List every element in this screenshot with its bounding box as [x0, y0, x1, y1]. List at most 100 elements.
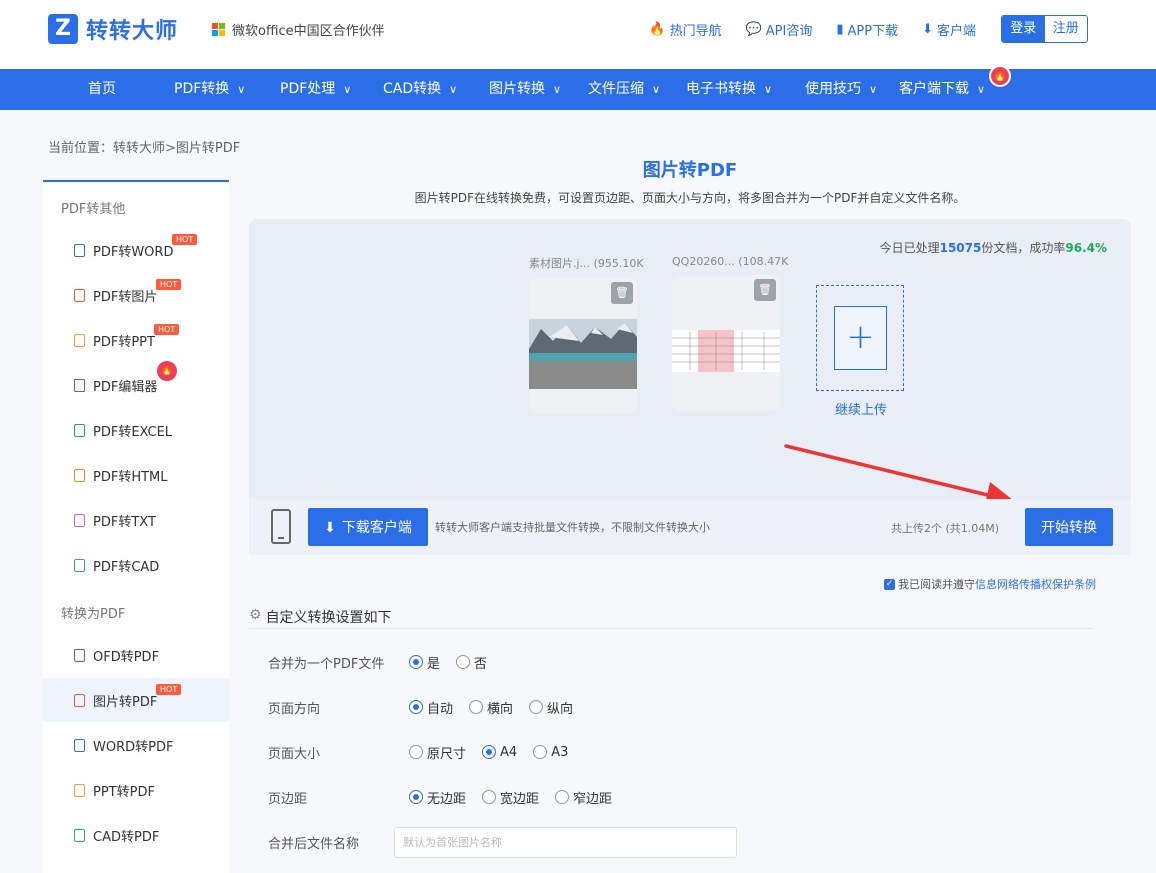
trash-icon[interactable]: 🗑 [754, 279, 776, 301]
sidebar-item-label: PDF转TXT [93, 514, 156, 530]
filename-input[interactable] [394, 827, 737, 858]
radio-selected[interactable] [409, 790, 423, 804]
uploaded-file-2: QQ20260... (108.47K 🗑 [672, 255, 788, 411]
merge-yes-option[interactable]: 是 [409, 653, 440, 672]
nav-cad-convert[interactable]: CAD转换 ∨ [383, 69, 457, 110]
radio-selected[interactable] [409, 655, 423, 669]
sidebar-item-image-to-pdf[interactable]: 图片转PDF HOT [43, 678, 229, 722]
sidebar-item-pdf-to-word[interactable]: PDF转WORD HOT [43, 228, 229, 272]
radio[interactable] [469, 700, 484, 714]
option-label: 纵向 [547, 701, 574, 717]
nav-client-download[interactable]: 客户端下载 ∨ [899, 69, 985, 110]
margin-label: 页边距 [268, 791, 308, 807]
option-label: 宽边距 [500, 791, 540, 807]
nav-ebook[interactable]: 电子书转换 ∨ [686, 69, 772, 110]
orient-portrait-option[interactable]: 纵向 [529, 698, 573, 717]
orient-landscape-option[interactable]: 横向 [469, 698, 513, 717]
sidebar-item-label: OFD转PDF [93, 649, 160, 665]
document-icon [74, 243, 85, 257]
radio[interactable] [409, 745, 423, 759]
merge-no-option[interactable]: 否 [456, 653, 487, 672]
nav-client-download-label: 客户端下载 [899, 81, 969, 97]
nav-pdf-convert[interactable]: PDF转换 ∨ [174, 69, 245, 110]
nav-tips-label: 使用技巧 [805, 81, 861, 97]
download-icon: ⬇ [922, 22, 933, 37]
top-header: Z 转转大师 微软office中国区合作伙伴 🔥 热门导航 💬 API咨询 ▮ APP… [0, 0, 1156, 69]
nav-pdf-process-label: PDF处理 [280, 81, 336, 97]
size-a4-option[interactable]: A4 [482, 745, 517, 760]
upload-count: 共上传2个 (共1.04M) [891, 522, 1000, 535]
hot-nav-link[interactable]: 🔥 热门导航 [649, 20, 721, 39]
sidebar-item-pdf-to-html[interactable]: PDF转HTML [43, 453, 229, 497]
hot-badge: HOT [172, 234, 198, 245]
sidebar-item-label: PPT转PDF [93, 784, 155, 800]
option-label: 窄边距 [573, 791, 613, 807]
orientation-row: 页面方向 自动 横向 纵向 [268, 697, 589, 717]
file-thumbnail: 🗑 [672, 275, 780, 411]
chevron-down-icon: ∨ [237, 83, 246, 96]
sidebar-item-pdf-to-cad[interactable]: PDF转CAD [43, 543, 229, 587]
page-size-label: 页面大小 [268, 746, 321, 762]
sidebar-item-word-to-pdf[interactable]: WORD转PDF [43, 723, 229, 767]
sidebar-item-cad-to-pdf[interactable]: CAD转PDF [43, 813, 229, 857]
radio-selected[interactable] [409, 700, 423, 714]
site-logo[interactable]: Z 转转大师 [48, 13, 178, 45]
start-convert-button[interactable]: 开始转换 [1025, 508, 1113, 546]
page-size-row: 页面大小 原尺寸 A4 A3 [268, 742, 584, 762]
chevron-down-icon: ∨ [869, 83, 878, 96]
download-note: 转转大师客户端支持批量文件转换，不限制文件转换大小 [435, 521, 710, 534]
option-label: 横向 [487, 701, 514, 717]
page-subtitle: 图片转PDF在线转换免费，可设置页边距、页面大小与方向，将多图合并为一个PDF并… [414, 191, 966, 205]
logo-mark: Z [48, 14, 78, 44]
sidebar-item-pdf-to-txt[interactable]: PDF转TXT [43, 498, 229, 542]
document-icon [74, 468, 85, 482]
filename-row: 合并后文件名称 [268, 832, 409, 852]
nav-compress[interactable]: 文件压缩 ∨ [588, 69, 660, 110]
add-file-button[interactable]: + [816, 285, 904, 391]
microsoft-logo-icon [212, 22, 226, 37]
agree-link[interactable]: 信息网络传播权保护条例 [975, 576, 1096, 592]
continue-upload-link[interactable]: 继续上传 [816, 399, 906, 418]
file-thumbnail: 🗑 [529, 278, 637, 414]
nav-tips[interactable]: 使用技巧 ∨ [805, 69, 877, 110]
sidebar-item-ppt-to-pdf[interactable]: PPT转PDF [43, 768, 229, 812]
login-button[interactable]: 登录 [1002, 16, 1045, 42]
file-name: 素材图片.j... (955.10K [529, 257, 644, 270]
radio[interactable] [533, 745, 548, 759]
app-download-link[interactable]: ▮ APP下载 [836, 20, 898, 39]
size-original-option[interactable]: 原尺寸 [409, 743, 466, 762]
nav-pdf-process[interactable]: PDF处理 ∨ [280, 69, 351, 110]
document-icon [74, 558, 85, 572]
agree-checkbox[interactable]: ✓ [884, 578, 895, 590]
client-link[interactable]: ⬇ 客户端 [922, 20, 976, 39]
sidebar-item-ofd-to-pdf[interactable]: OFD转PDF [43, 633, 229, 677]
settings-title: 自定义转换设置如下 [265, 610, 392, 626]
nav-image-convert[interactable]: 图片转换 ∨ [489, 69, 561, 110]
sidebar-item-pdf-editor[interactable]: PDF编辑器 [43, 363, 229, 407]
sidebar-item-pdf-to-image[interactable]: PDF转图片 HOT [43, 273, 229, 317]
trash-icon[interactable]: 🗑 [611, 282, 633, 304]
radio[interactable] [529, 700, 544, 714]
sidebar-item-pdf-to-ppt[interactable]: PDF转PPT HOT [43, 318, 229, 362]
margin-wide-option[interactable]: 宽边距 [482, 788, 539, 807]
nav-home[interactable]: 首页 [88, 69, 116, 110]
sidebar-item-pdf-to-excel[interactable]: PDF转EXCEL [43, 408, 229, 452]
page-title: 图片转PDF [642, 160, 738, 181]
radio[interactable] [555, 790, 570, 804]
radio[interactable] [482, 790, 497, 804]
agreement: ✓ 我已阅读并遵守 信息网络传播权保护条例 [884, 576, 1096, 592]
size-a3-option[interactable]: A3 [533, 745, 568, 760]
plus-icon: + [834, 306, 887, 370]
radio[interactable] [456, 655, 471, 669]
radio-selected[interactable] [482, 745, 497, 759]
partner-badge: 微软office中国区合作伙伴 [212, 20, 385, 39]
download-client-button[interactable]: ⬇ 下载客户端 [308, 508, 428, 546]
api-link[interactable]: 💬 API咨询 [746, 20, 813, 39]
margin-none-option[interactable]: 无边距 [409, 788, 466, 807]
stats-text: 今日已处理15075份文档，成功率96.4% [880, 239, 1107, 256]
app-download-label: APP下载 [847, 24, 899, 39]
register-button[interactable]: 注册 [1044, 16, 1087, 42]
settings-header: ⚙ 自定义转换设置如下 [249, 607, 1093, 629]
margin-narrow-option[interactable]: 窄边距 [555, 788, 612, 807]
orient-auto-option[interactable]: 自动 [409, 698, 453, 717]
